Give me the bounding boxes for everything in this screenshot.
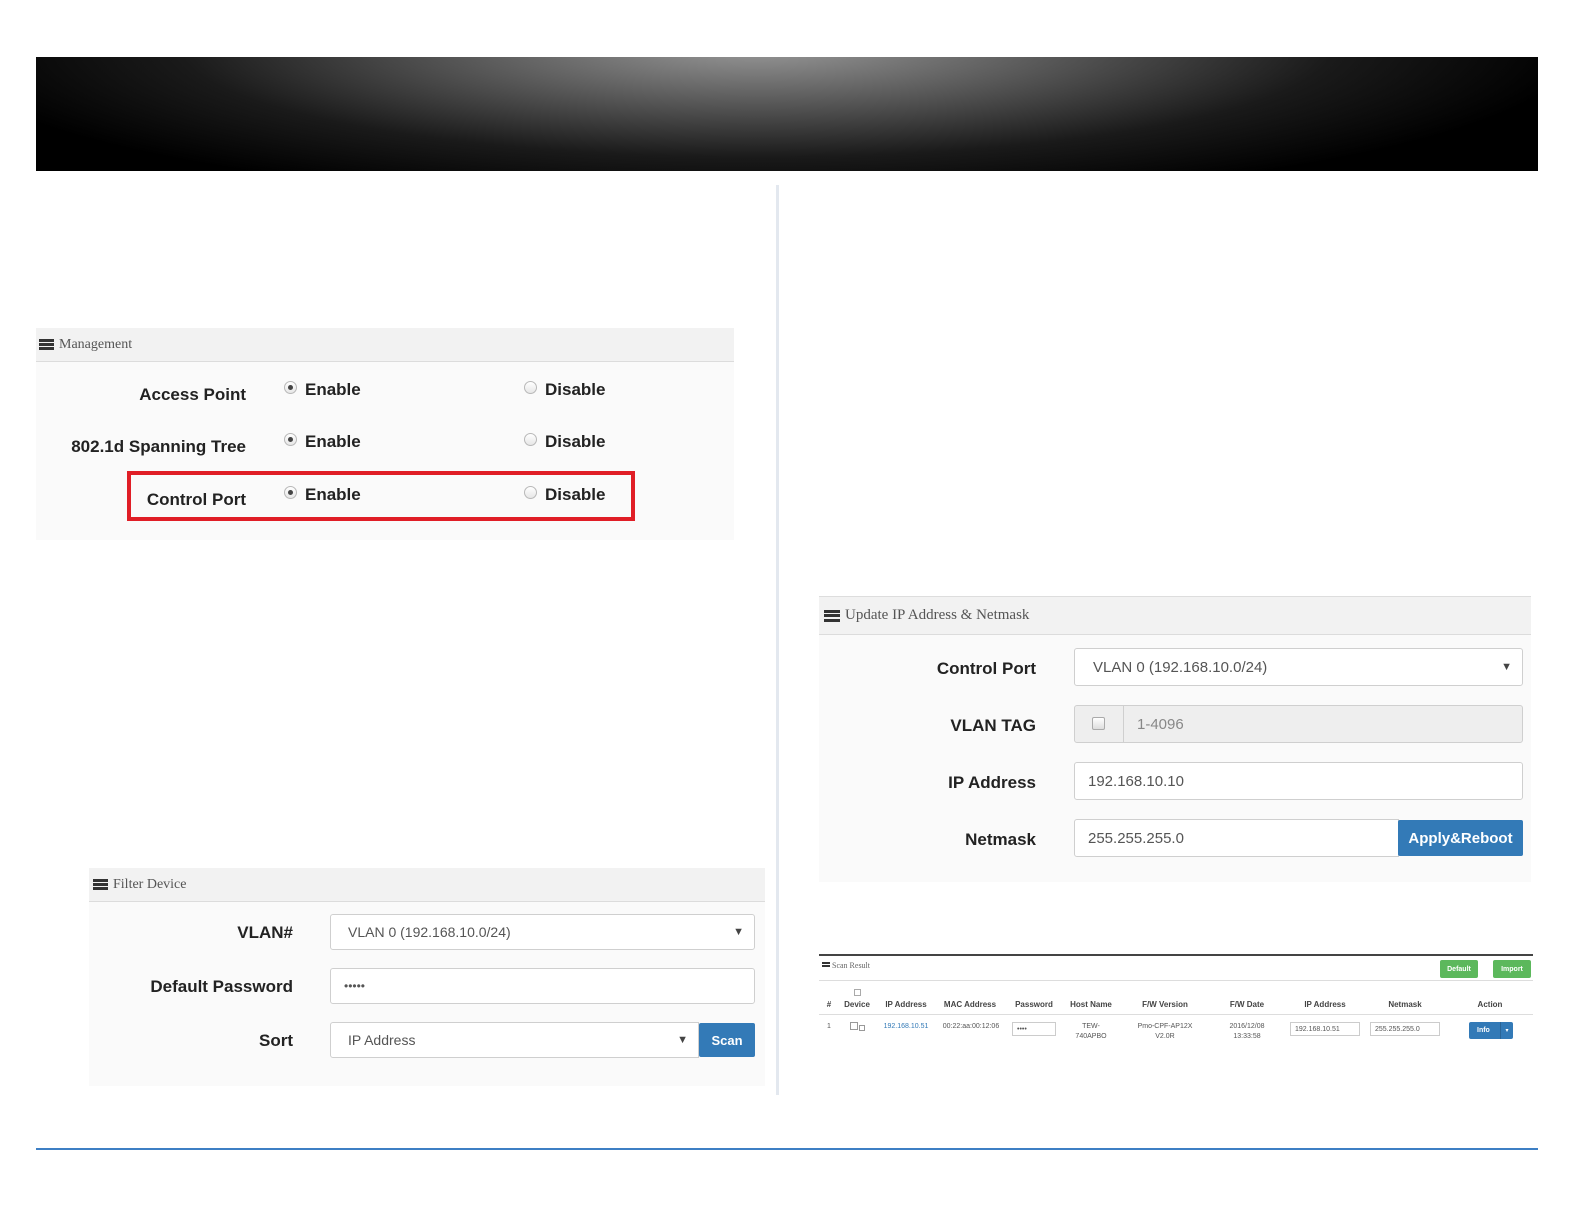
- chevron-down-icon: ▾: [1500, 1022, 1513, 1039]
- access-point-label: Access Point: [139, 385, 246, 404]
- row-new-ip-input[interactable]: 192.168.10.51: [1290, 1022, 1360, 1036]
- row-action-label: Info: [1477, 1027, 1490, 1034]
- row-fw-line1: Pmo-CPF-AP12X: [1137, 1023, 1193, 1030]
- list-icon: [822, 962, 830, 968]
- row-mac: 00:22:aa:00:12:06: [942, 1023, 1000, 1030]
- col-host-name: Host Name: [1070, 1000, 1112, 1009]
- ip-address-input[interactable]: 192.168.10.10: [1074, 762, 1523, 800]
- spanning-tree-label: 802.1d Spanning Tree: [71, 437, 246, 456]
- vlan-tag-checkbox[interactable]: [1092, 717, 1105, 730]
- list-icon: [93, 879, 108, 890]
- apply-reboot-button[interactable]: Apply&Reboot: [1398, 820, 1523, 856]
- scan-button[interactable]: Scan: [699, 1023, 755, 1057]
- row-host-line1: TEW-: [1082, 1023, 1100, 1030]
- update-ip-header: Update IP Address & Netmask: [819, 596, 1531, 635]
- row-fw-line2: V2.0R: [1155, 1033, 1175, 1040]
- scan-result-panel: Scan Result Default Import # Device IP A…: [819, 954, 1533, 1046]
- sort-label: Sort: [259, 1031, 293, 1050]
- spanning-tree-disable-radio[interactable]: [524, 433, 537, 446]
- row-action-button[interactable]: Info ▾: [1469, 1022, 1513, 1039]
- col-action: Action: [1477, 1000, 1503, 1009]
- col-num: #: [826, 1000, 832, 1009]
- row-date-line1: 2016/12/08: [1229, 1023, 1265, 1030]
- list-icon: [39, 339, 54, 350]
- row-date-line2: 13:33:58: [1233, 1033, 1261, 1040]
- access-point-enable-label: Enable: [305, 380, 361, 399]
- vlan-tag-input[interactable]: 1-4096: [1123, 705, 1523, 743]
- default-password-input[interactable]: •••••: [330, 968, 755, 1004]
- row-new-netmask-input[interactable]: 255.255.255.0: [1370, 1022, 1440, 1036]
- spanning-tree-enable-radio[interactable]: [284, 433, 297, 446]
- sort-select[interactable]: IP Address ▼: [330, 1022, 699, 1058]
- row-fw-date: 2016/12/08 13:33:58: [1213, 1022, 1281, 1042]
- vlan-tag-label: VLAN TAG: [950, 716, 1036, 735]
- import-button[interactable]: Import: [1493, 960, 1531, 978]
- row-host-line2: 740APBO: [1075, 1033, 1107, 1040]
- select-all-checkbox[interactable]: [854, 989, 861, 996]
- control-port-select-value: VLAN 0 (192.168.10.0/24): [1093, 658, 1268, 676]
- device-icon: [859, 1025, 865, 1031]
- vlan-select[interactable]: VLAN 0 (192.168.10.0/24) ▼: [330, 914, 755, 950]
- ip-address-label: IP Address: [948, 773, 1036, 792]
- device-icon: [850, 1022, 858, 1030]
- ip-address-value: 192.168.10.10: [1088, 772, 1184, 790]
- footer-line: [36, 1148, 1538, 1150]
- vlan-tag-placeholder: 1-4096: [1137, 715, 1184, 733]
- list-icon: [824, 609, 840, 622]
- row-ip-link[interactable]: 192.168.10.51: [877, 1022, 935, 1032]
- netmask-value: 255.255.255.0: [1088, 829, 1184, 847]
- access-point-disable-label: Disable: [545, 380, 606, 399]
- highlight-box: [127, 471, 635, 521]
- filter-device-header: Filter Device: [89, 868, 765, 902]
- chevron-down-icon: ▼: [733, 926, 744, 938]
- header-banner: [36, 57, 1538, 171]
- default-password-value: •••••: [344, 979, 366, 993]
- col-ip-address: IP Address: [885, 1000, 927, 1009]
- chevron-down-icon: ▼: [1501, 661, 1512, 673]
- col-password: Password: [1015, 1000, 1053, 1009]
- chevron-down-icon: ▼: [677, 1034, 688, 1046]
- vlan-tag-addon: [1074, 705, 1124, 743]
- table-row-divider: [819, 1014, 1533, 1015]
- row-num: 1: [827, 1023, 831, 1030]
- filter-device-title: Filter Device: [113, 876, 187, 892]
- management-header: Management: [36, 328, 734, 362]
- spanning-tree-enable-label: Enable: [305, 432, 361, 451]
- sort-select-value: IP Address: [348, 1032, 416, 1048]
- col-netmask: Netmask: [1388, 1000, 1422, 1009]
- scan-result-header: Scan Result: [822, 961, 870, 970]
- vlan-label: VLAN#: [237, 923, 293, 942]
- control-port-select[interactable]: VLAN 0 (192.168.10.0/24) ▼: [1074, 648, 1523, 686]
- management-title: Management: [59, 336, 133, 352]
- default-password-label: Default Password: [150, 977, 293, 996]
- col-fw-date: F/W Date: [1229, 1000, 1265, 1009]
- access-point-disable-radio[interactable]: [524, 381, 537, 394]
- col-device: Device: [844, 1000, 870, 1009]
- access-point-enable-radio[interactable]: [284, 381, 297, 394]
- netmask-input[interactable]: 255.255.255.0: [1074, 819, 1399, 857]
- default-button[interactable]: Default: [1440, 960, 1478, 978]
- table-header-divider: [819, 980, 1533, 981]
- update-ip-title: Update IP Address & Netmask: [845, 607, 1030, 623]
- col-new-ip-address: IP Address: [1304, 1000, 1346, 1009]
- row-password-input[interactable]: ••••: [1012, 1022, 1056, 1036]
- row-host-name: TEW- 740APBO: [1063, 1022, 1119, 1042]
- update-control-port-label: Control Port: [936, 659, 1036, 678]
- netmask-label: Netmask: [965, 830, 1036, 849]
- scan-result-title: Scan Result: [832, 961, 870, 970]
- column-divider: [776, 185, 779, 1095]
- vlan-select-value: VLAN 0 (192.168.10.0/24): [348, 924, 511, 940]
- row-fw-version: Pmo-CPF-AP12X V2.0R: [1123, 1022, 1207, 1042]
- spanning-tree-disable-label: Disable: [545, 432, 606, 451]
- col-fw-version: F/W Version: [1142, 1000, 1188, 1009]
- col-mac-address: MAC Address: [943, 1000, 997, 1009]
